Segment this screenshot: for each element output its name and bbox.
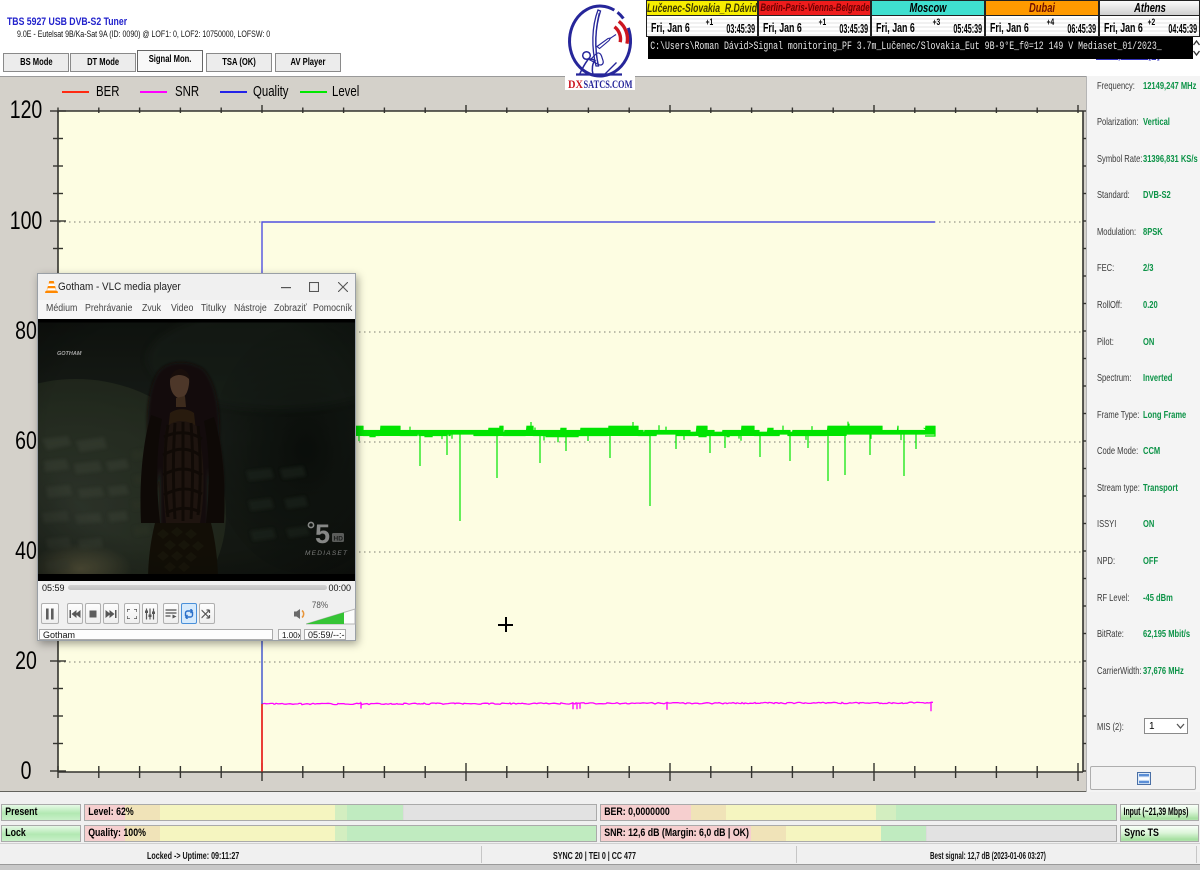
svg-text:5: 5 [315, 519, 330, 549]
svg-text:DX: DX [568, 77, 583, 90]
svg-text:MEDIASET: MEDIASET [305, 550, 348, 557]
svg-text:HD: HD [334, 536, 344, 543]
svg-text:GOTHAM: GOTHAM [57, 351, 82, 357]
svg-text:SATCS.COM: SATCS.COM [584, 77, 633, 90]
